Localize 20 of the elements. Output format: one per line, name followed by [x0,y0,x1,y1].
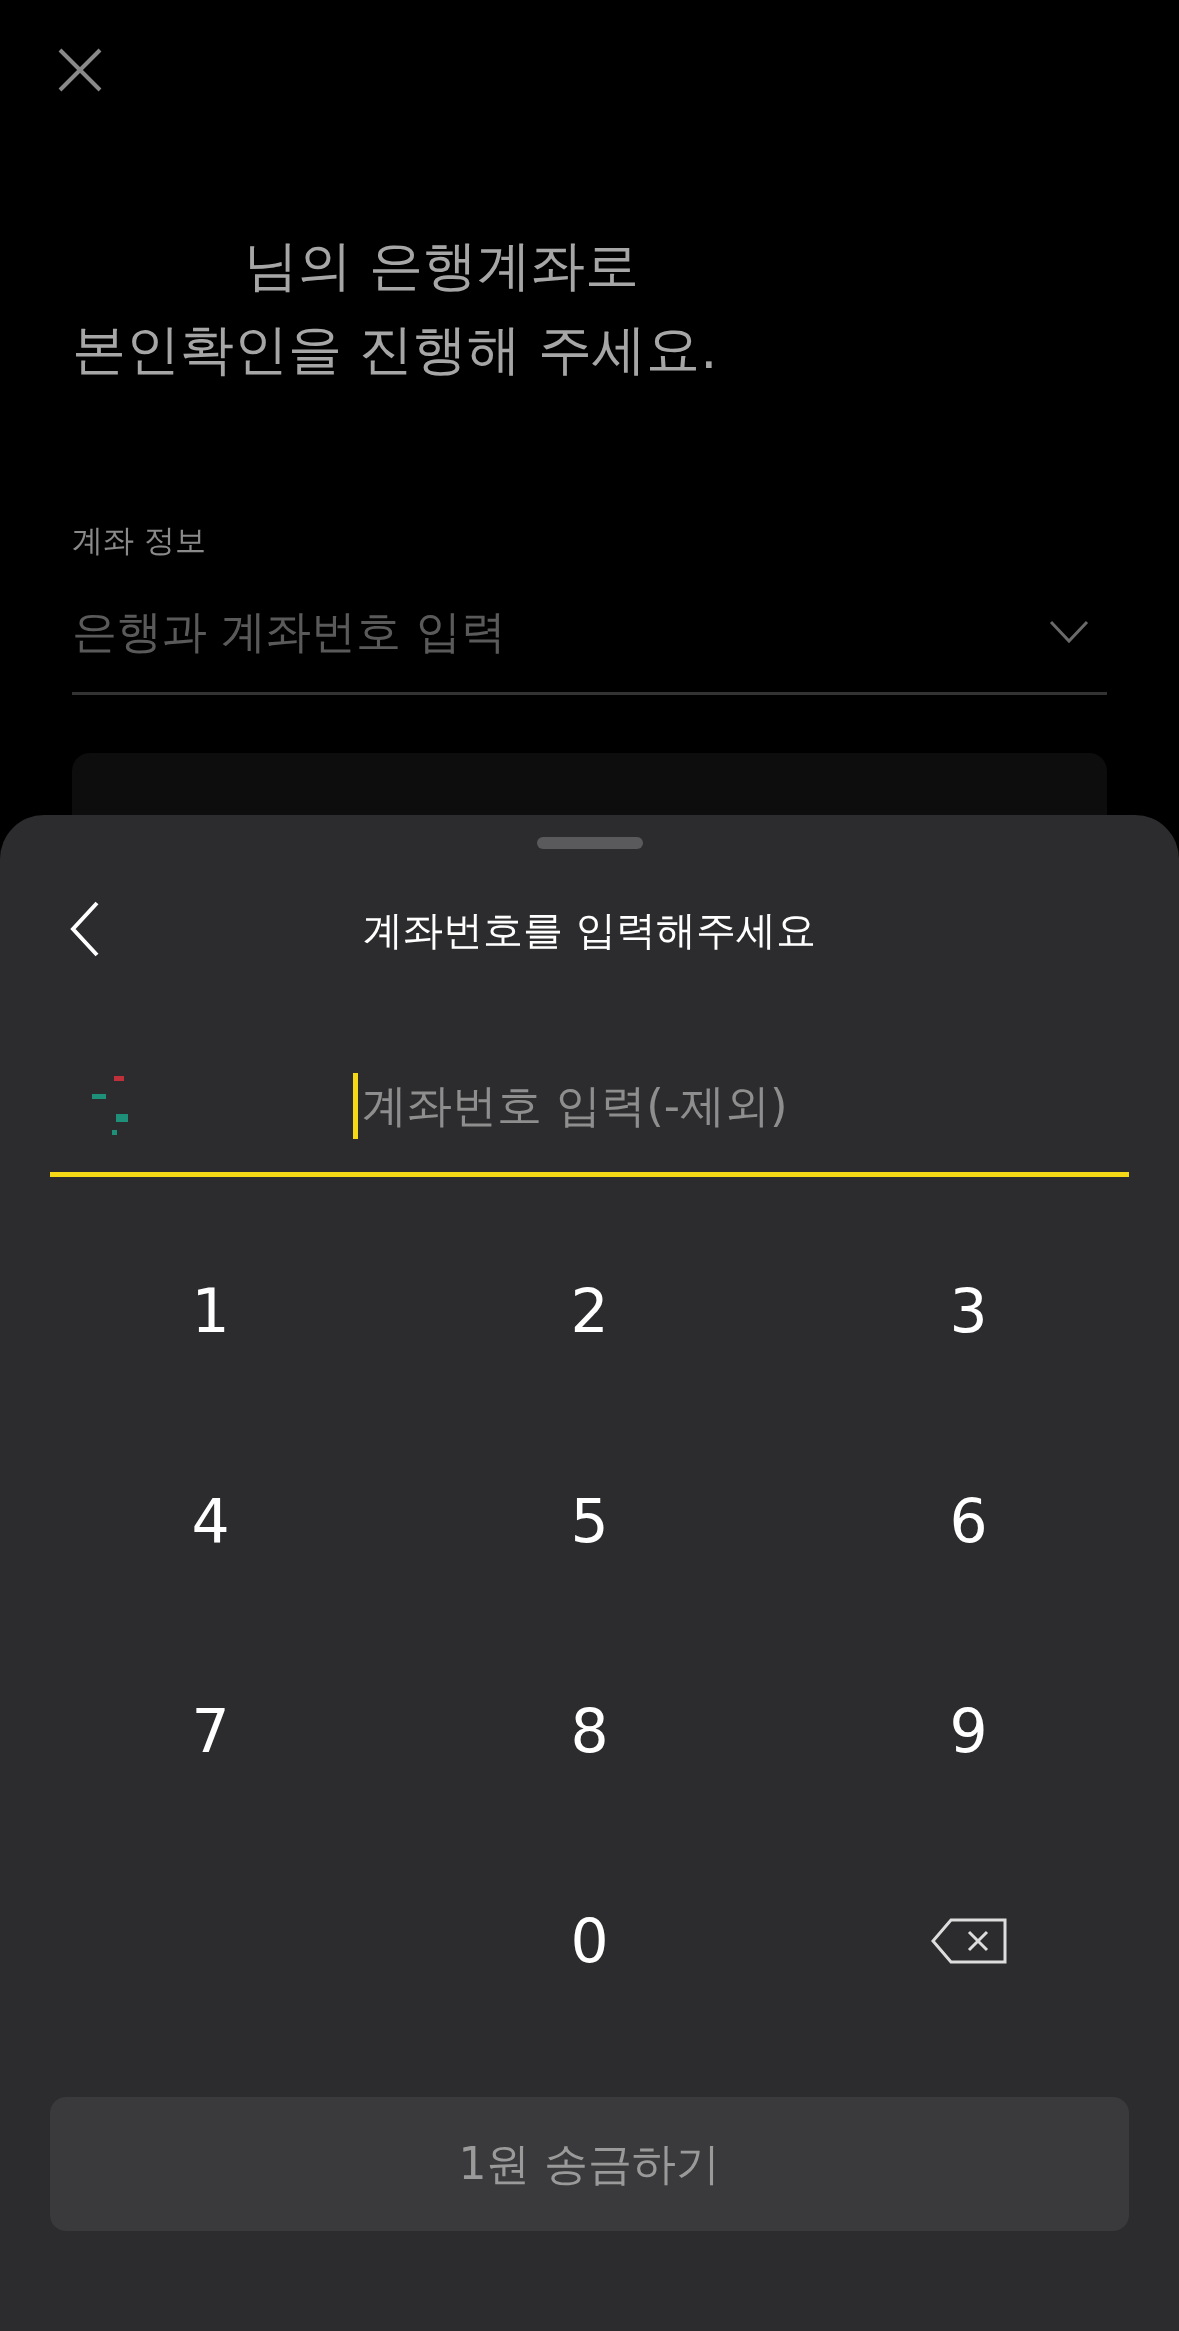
keypad-key[interactable]: 1 [150,1261,271,1361]
keypad-key[interactable]: 2 [529,1261,650,1361]
account-number-input[interactable]: 계좌번호 입력(-제외) [362,1079,1129,1132]
keypad-key[interactable]: 7 [150,1681,271,1781]
keypad-key[interactable]: 6 [908,1471,1029,1571]
heading-text: 님의 은행계좌로 [243,233,641,299]
drag-handle[interactable] [536,837,643,849]
sheet-title: 계좌번호를 입력해주세요 [363,905,816,955]
back-icon[interactable] [70,901,100,957]
keypad-key[interactable]: 3 [908,1261,1029,1361]
heading-text: 본인확인을 진행해 주세요. [72,317,719,383]
keypad-key[interactable]: 8 [529,1681,650,1781]
keypad-key[interactable]: 9 [908,1681,1029,1781]
close-icon[interactable] [56,46,104,94]
chevron-down-icon [1049,620,1089,644]
keypad-key[interactable]: 4 [150,1471,271,1571]
text-cursor [353,1072,358,1139]
field-label: 계좌 정보 [72,521,207,560]
keypad-key[interactable]: 5 [529,1471,650,1571]
keypad-key[interactable]: 0 [529,1891,650,1991]
